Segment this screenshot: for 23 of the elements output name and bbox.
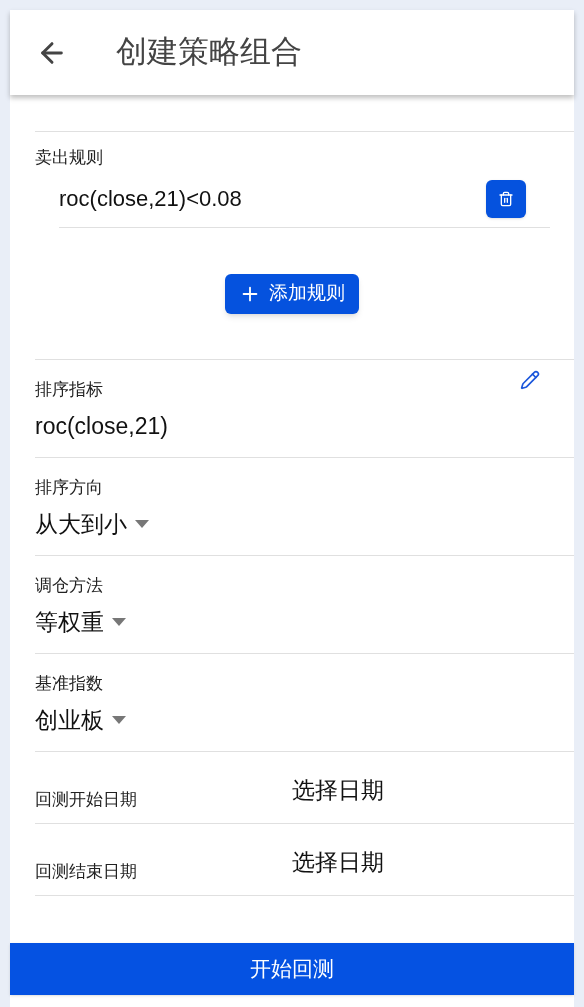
caret-icon <box>112 618 126 626</box>
section-label: 卖出规则 <box>35 147 104 169</box>
field-value: roc(close,21) <box>35 412 168 441</box>
date-picker[interactable]: 选择日期 <box>292 846 384 878</box>
field-label: 回测结束日期 <box>35 861 138 883</box>
field-label: 排序指标 <box>35 379 103 401</box>
date-picker[interactable]: 选择日期 <box>292 774 384 806</box>
trash-icon <box>498 190 514 207</box>
dropdown[interactable]: 创业板 <box>35 704 126 736</box>
field-label: 排序方向 <box>35 477 104 499</box>
start-backtest-button[interactable]: 开始回测 <box>10 943 574 995</box>
caret-icon <box>112 716 126 724</box>
rule-text: roc(close,21)<0.08 <box>59 185 242 213</box>
caret-icon <box>135 520 149 528</box>
page-title: 创建策略组合 <box>116 33 302 72</box>
field-label: 调仓方法 <box>35 575 104 597</box>
dropdown[interactable]: 等权重 <box>35 606 126 638</box>
delete-button[interactable] <box>486 179 526 218</box>
field-label: 回测开始日期 <box>35 789 138 811</box>
add-rule-button[interactable]: 添加规则 <box>225 273 359 314</box>
dropdown[interactable]: 从大到小 <box>35 508 149 540</box>
pencil-icon <box>520 370 540 390</box>
field-label: 基准指数 <box>35 673 104 695</box>
